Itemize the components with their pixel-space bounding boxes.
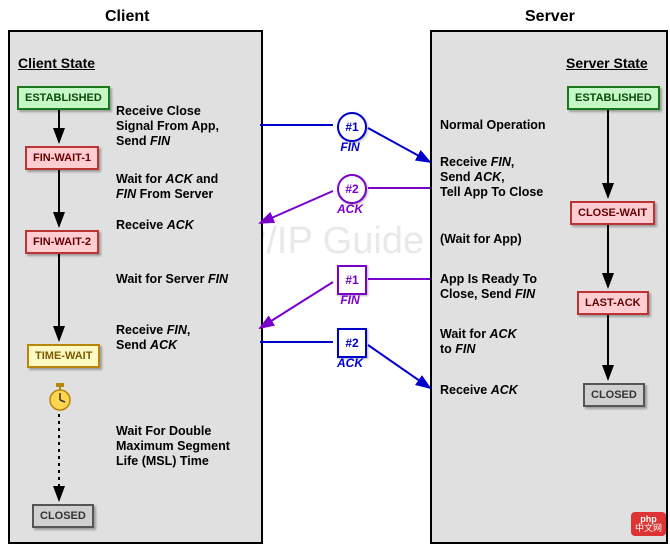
server-event-2a: Receive FIN, xyxy=(440,155,514,171)
server-event-4a: App Is Ready To xyxy=(440,272,537,288)
state-established-client: ESTABLISHED xyxy=(17,86,110,110)
server-state-header: Server State xyxy=(566,55,648,71)
server-event-3: (Wait for App) xyxy=(440,232,522,248)
server-title: Server xyxy=(525,8,575,26)
client-event-5b: Send ACK xyxy=(116,338,177,354)
client-event-2b: FIN From Server xyxy=(116,187,213,203)
msg-3-label: FIN xyxy=(335,293,365,307)
client-event-1b: Signal From App, xyxy=(116,119,219,135)
msg-3-marker: #1 xyxy=(337,265,367,295)
state-fin-wait-1: FIN-WAIT-1 xyxy=(25,146,99,170)
state-fin-wait-2: FIN-WAIT-2 xyxy=(25,230,99,254)
client-event-6b: Maximum Segment xyxy=(116,439,230,455)
client-event-3: Receive ACK xyxy=(116,218,194,234)
site-logo: php 中文网 xyxy=(631,512,666,536)
state-closed-client: CLOSED xyxy=(32,504,94,528)
state-last-ack: LAST-ACK xyxy=(577,291,649,315)
server-event-1: Normal Operation xyxy=(440,118,546,134)
state-closed-server: CLOSED xyxy=(583,383,645,407)
server-event-5b: to FIN xyxy=(440,342,475,358)
state-established-server: ESTABLISHED xyxy=(567,86,660,110)
msg-1-marker: #1 xyxy=(337,112,367,142)
msg-2-marker: #2 xyxy=(337,174,367,204)
msg-2-label: ACK xyxy=(335,202,365,216)
client-event-6c: Life (MSL) Time xyxy=(116,454,209,470)
client-event-6a: Wait For Double xyxy=(116,424,211,440)
client-event-4: Wait for Server FIN xyxy=(116,272,228,288)
client-event-5a: Receive FIN, xyxy=(116,323,190,339)
client-event-1c: Send FIN xyxy=(116,134,170,150)
server-event-2c: Tell App To Close xyxy=(440,185,543,201)
timer-icon xyxy=(47,380,73,412)
server-event-6: Receive ACK xyxy=(440,383,518,399)
server-event-4b: Close, Send FIN xyxy=(440,287,535,303)
server-event-5a: Wait for ACK xyxy=(440,327,517,343)
msg-4-marker: #2 xyxy=(337,328,367,358)
client-state-header: Client State xyxy=(18,55,95,71)
msg-1-label: FIN xyxy=(335,140,365,154)
msg-4-label: ACK xyxy=(335,356,365,370)
server-event-2b: Send ACK, xyxy=(440,170,505,186)
client-event-2a: Wait for ACK and xyxy=(116,172,218,188)
state-close-wait: CLOSE-WAIT xyxy=(570,201,655,225)
client-title: Client xyxy=(105,8,149,26)
client-event-1a: Receive Close xyxy=(116,104,201,120)
state-time-wait: TIME-WAIT xyxy=(27,344,100,368)
